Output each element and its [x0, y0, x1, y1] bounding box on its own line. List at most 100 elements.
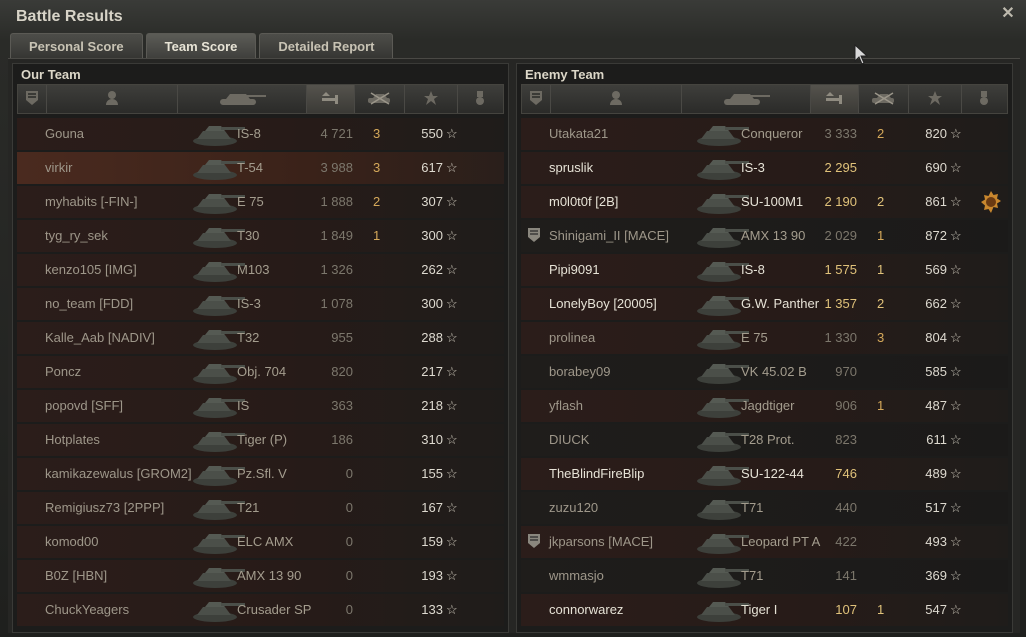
our-team-header	[17, 84, 504, 114]
column-header-damage[interactable]	[810, 85, 860, 113]
player-row[interactable]: popovd [SFF] IS 363 218 ☆	[17, 390, 504, 422]
xp-value: 193	[421, 568, 443, 583]
xp-value: 300	[421, 228, 443, 243]
player-row[interactable]: spruslik IS-3 2 295 690 ☆	[521, 152, 1008, 184]
column-header-medal[interactable]	[962, 85, 1007, 113]
xp-star-icon: ☆	[446, 262, 458, 277]
player-row[interactable]: no_team [FDD] IS-3 1 078 300 ☆	[17, 288, 504, 320]
close-icon[interactable]: ✕	[1000, 6, 1016, 22]
tank-name: IS-3	[741, 160, 765, 175]
xp-value: 288	[421, 330, 443, 345]
player-name: Shinigami_II [MACE]	[549, 228, 669, 243]
player-name: connorwarez	[549, 602, 624, 617]
xp-value: 159	[421, 534, 443, 549]
damage-value: 1 326	[320, 262, 353, 277]
damage-value: 2 029	[824, 228, 857, 243]
player-row[interactable]: wmmasjo T71 141 369 ☆	[521, 560, 1008, 592]
our-team-title: Our Team	[21, 67, 81, 82]
tank-name: E 75	[237, 194, 264, 209]
player-row[interactable]: Poncz Obj. 704 820 217 ☆	[17, 356, 504, 388]
column-header-rank[interactable]	[522, 85, 551, 113]
damage-value: 1 888	[320, 194, 353, 209]
tab-detailed-report[interactable]: Detailed Report	[259, 33, 394, 58]
player-row[interactable]: Utakata21 Conqueror 3 333 2 820 ☆	[521, 118, 1008, 150]
xp-value: 218	[421, 398, 443, 413]
column-header-tank[interactable]	[682, 85, 811, 113]
enemy-team-title: Enemy Team	[525, 67, 605, 82]
tank-icon	[720, 90, 772, 109]
player-row[interactable]: jkparsons [MACE] Leopard PT A 422 493 ☆	[521, 526, 1008, 558]
player-row[interactable]: myhabits [-FIN-] E 75 1 888 2 307 ☆	[17, 186, 504, 218]
xp-star-icon: ☆	[950, 534, 962, 549]
column-header-damage[interactable]	[306, 85, 356, 113]
enemy-team-list: Utakata21 Conqueror 3 333 2 820 ☆ spruslik IS-3…	[521, 118, 1008, 626]
column-header-player[interactable]	[551, 85, 682, 113]
player-name: spruslik	[549, 160, 594, 175]
player-row[interactable]: ChuckYeagers Crusader SP 0 133 ☆	[17, 594, 504, 626]
xp-star-icon: ☆	[446, 398, 458, 413]
player-row[interactable]: virkir T-54 3 988 3 617 ☆	[17, 152, 504, 184]
xp-value: 820	[925, 126, 947, 141]
player-row[interactable]: m0l0t0f [2B] SU-100M1 2 190 2 861 ☆	[521, 186, 1008, 218]
player-row[interactable]: Gouna IS-8 4 721 3 550 ☆	[17, 118, 504, 150]
xp-value: 550	[421, 126, 443, 141]
player-row[interactable]: Remigiusz73 [2PPP] T21 0 167 ☆	[17, 492, 504, 524]
player-row[interactable]: zuzu120 T71 440 517 ☆	[521, 492, 1008, 524]
kills-value: 3	[373, 126, 381, 141]
xp-star-icon: ☆	[950, 330, 962, 345]
mouse-cursor-icon	[854, 44, 869, 65]
player-name: Utakata21	[549, 126, 609, 141]
player-row[interactable]: borabey09 VK 45.02 B 970 585 ☆	[521, 356, 1008, 388]
damage-value: 1 575	[824, 262, 857, 277]
player-row[interactable]: yflash Jagdtiger 906 1 487 ☆	[521, 390, 1008, 422]
player-row[interactable]: komod00 ELC AMX 0 159 ☆	[17, 526, 504, 558]
xp-star-icon: ☆	[950, 602, 962, 617]
column-header-rank[interactable]	[18, 85, 47, 113]
tab-bar: Personal Score Team Score Detailed Repor…	[10, 33, 396, 58]
player-row[interactable]: kenzo105 [IMG] M103 1 326 262 ☆	[17, 254, 504, 286]
enemy-team-panel: Enemy Team Utakata21 Conqueror 3 333 2 820 ☆ s…	[516, 63, 1013, 633]
tab-personal-score[interactable]: Personal Score	[10, 33, 143, 58]
column-header-xp-star[interactable]	[909, 85, 962, 113]
tank-name: SU-122-44	[741, 466, 804, 481]
damage-value: 0	[345, 534, 353, 549]
xp-star-icon: ☆	[446, 330, 458, 345]
player-row[interactable]: Shinigami_II [MACE] AMX 13 90 2 029 1 872 ☆	[521, 220, 1008, 252]
tab-team-score[interactable]: Team Score	[145, 33, 257, 58]
column-header-kills[interactable]	[859, 85, 910, 113]
xp-value: 804	[925, 330, 947, 345]
player-row[interactable]: kamikazewalus [GROM2] Pz.Sfl. V 0 155 ☆	[17, 458, 504, 490]
xp-value: 262	[421, 262, 443, 277]
player-name: no_team [FDD]	[45, 296, 134, 311]
player-row[interactable]: Kalle_Aab [NADIV] T32 955 288 ☆	[17, 322, 504, 354]
xp-star-icon: ☆	[446, 364, 458, 379]
player-row[interactable]: tyg_ry_sek T30 1 849 1 300 ☆	[17, 220, 504, 252]
xp-star-icon: ☆	[950, 296, 962, 311]
column-header-medal[interactable]	[458, 85, 503, 113]
xp-star-icon: ☆	[446, 432, 458, 447]
kills-value: 3	[373, 160, 381, 175]
xp-value: 690	[925, 160, 947, 175]
player-row[interactable]: Hotplates Tiger (P) 186 310 ☆	[17, 424, 504, 456]
player-row[interactable]: DIUCK T28 Prot. 823 611 ☆	[521, 424, 1008, 456]
medal-icon[interactable]	[979, 190, 1003, 214]
player-name: zuzu120	[549, 500, 599, 515]
column-header-tank[interactable]	[178, 85, 307, 113]
player-row[interactable]: TheBlindFireBlip SU-122-44 746 489 ☆	[521, 458, 1008, 490]
player-row[interactable]: prolinea E 75 1 330 3 804 ☆	[521, 322, 1008, 354]
damage-value: 0	[345, 466, 353, 481]
player-row[interactable]: connorwarez Tiger I 107 1 547 ☆	[521, 594, 1008, 626]
column-header-xp-star[interactable]	[405, 85, 458, 113]
xp-value: 369	[925, 568, 947, 583]
player-row[interactable]: Pipi9091 IS-8 1 575 1 569 ☆	[521, 254, 1008, 286]
tank-name: ELC AMX	[237, 534, 294, 549]
player-row[interactable]: B0Z [HBN] AMX 13 90 0 193 ☆	[17, 560, 504, 592]
tank-name: T32	[237, 330, 260, 345]
player-row[interactable]: LonelyBoy [20005] G.W. Panther 1 357 2 662 ☆	[521, 288, 1008, 320]
player-icon	[609, 90, 623, 109]
xp-value: 585	[925, 364, 947, 379]
tank-name: Obj. 704	[237, 364, 287, 379]
column-header-kills[interactable]	[355, 85, 406, 113]
column-header-player[interactable]	[47, 85, 178, 113]
player-name: kamikazewalus [GROM2]	[45, 466, 192, 481]
